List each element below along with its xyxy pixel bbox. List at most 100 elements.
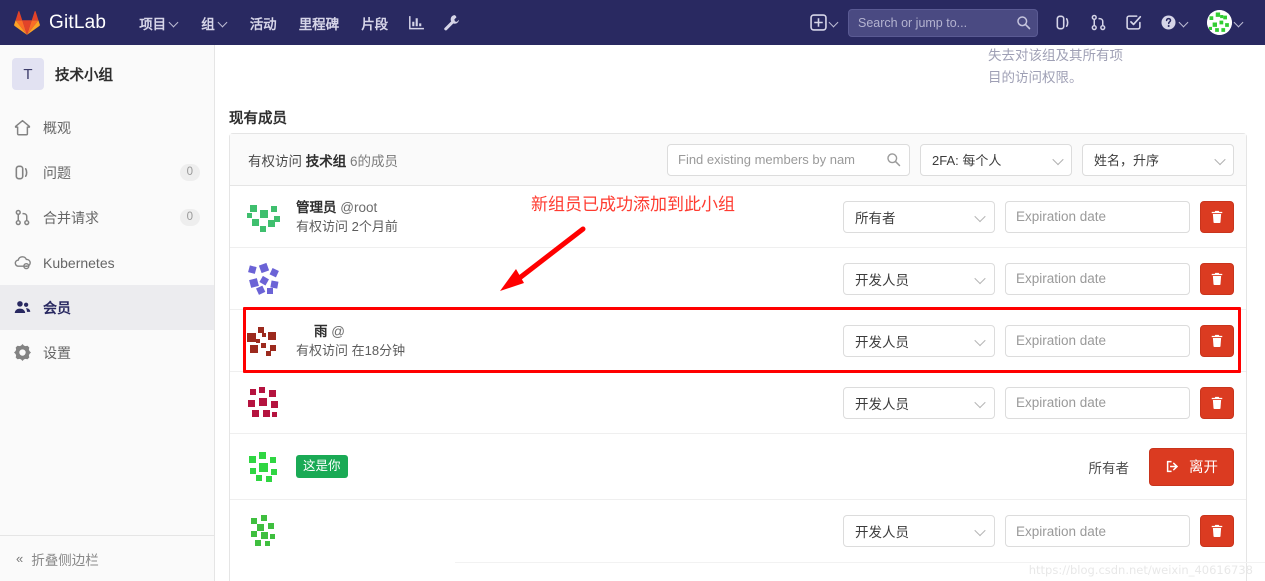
nav-link-milestones[interactable]: 里程碑 [288, 7, 351, 39]
help-icon [1161, 15, 1176, 30]
member-controls: 开发人员 [843, 324, 1234, 357]
nav-link-analytics[interactable] [399, 8, 434, 37]
members-count-prefix: 有权访问 [248, 153, 302, 169]
sidebar-item-kubernetes[interactable]: Kubernetes [0, 240, 214, 285]
find-members-input[interactable] [667, 143, 910, 176]
role-dropdown[interactable]: 开发人员 [843, 515, 995, 547]
remove-member-button[interactable] [1200, 262, 1234, 295]
merge-requests-button[interactable] [1081, 8, 1116, 37]
nav-link-activity[interactable]: 活动 [239, 7, 288, 39]
leave-group-button[interactable]: 离开 [1149, 447, 1234, 486]
nav-link-projects[interactable]: 项目 [128, 7, 190, 39]
gitlab-brand[interactable]: GitLab [14, 10, 106, 36]
role-dropdown[interactable]: 开发人员 [843, 262, 995, 295]
remove-member-button[interactable] [1200, 386, 1234, 419]
identicon-avatar [244, 196, 284, 237]
remove-member-button[interactable] [1200, 200, 1234, 233]
invite-help-line-1: 失去对该组及其所有项 [988, 48, 1123, 63]
trash-icon [1211, 396, 1223, 409]
new-item-button[interactable] [801, 8, 848, 37]
group-name: 技术小组 [55, 67, 113, 84]
role-value: 开发人员 [855, 334, 909, 350]
chevron-down-icon [974, 272, 986, 284]
issues-icon [1056, 15, 1069, 30]
member-controls: 开发人员 [843, 386, 1234, 419]
chevron-down-icon [219, 18, 228, 27]
avatar [1207, 10, 1232, 35]
members-count-text: 有权访问 技术组 6的成员 [248, 150, 398, 170]
remove-member-button[interactable] [1200, 324, 1234, 357]
sidebar-item-members[interactable]: 会员 [0, 285, 214, 330]
group-header[interactable]: T 技术小组 [0, 45, 214, 103]
members-list: 管理员 @root 有权访问 2个月前 所有者 Expiration date … [230, 186, 1246, 562]
nav-link-groups[interactable]: 组 [190, 7, 239, 39]
sidebar-item-settings-label: 设置 [43, 344, 71, 361]
sidebar-item-settings[interactable]: 设置 [0, 330, 214, 375]
role-dropdown[interactable]: 开发人员 [843, 386, 995, 419]
trash-icon [1211, 334, 1223, 347]
remove-member-button[interactable] [1200, 515, 1234, 547]
identicon-avatar [244, 320, 284, 361]
expiration-date-input[interactable] [1005, 386, 1190, 419]
role-value: 开发人员 [855, 396, 909, 412]
sidebar-item-issues-badge: 0 [179, 164, 200, 181]
global-search[interactable] [848, 8, 1038, 37]
avatar [244, 320, 284, 361]
expiration-date-input[interactable] [1005, 515, 1190, 547]
role-dropdown[interactable]: 所有者 [843, 200, 995, 233]
leave-group-label: 离开 [1189, 460, 1218, 476]
role-value: 开发人员 [855, 272, 909, 288]
member-name: 管理员 [296, 199, 337, 215]
members-count-number: 6 [350, 153, 358, 169]
home-icon [14, 119, 31, 136]
table-row: 开发人员 [230, 500, 1246, 562]
search-input[interactable] [848, 8, 1038, 37]
trash-icon [1211, 524, 1223, 538]
identicon-avatar [244, 382, 284, 423]
identicon-avatar [244, 446, 284, 487]
sidebar-item-merge-requests[interactable]: 合并请求 0 [0, 195, 214, 240]
sort-dropdown[interactable]: 姓名，升序 [1082, 143, 1234, 176]
nav-link-snippets[interactable]: 片段 [350, 7, 399, 39]
table-row: 开发人员 [230, 248, 1246, 310]
sidebar-item-kubernetes-label: Kubernetes [43, 254, 115, 271]
expiration-date-input[interactable] [1005, 324, 1190, 357]
gitlab-logo-icon [14, 10, 40, 35]
nav-link-snippets-label: 片段 [361, 16, 389, 32]
left-sidebar: T 技术小组 概观 问题 0 合并请求 0 Kubernetes 会员 设置 «… [0, 45, 215, 581]
filter-2fa-dropdown[interactable]: 2FA: 每个人 [920, 143, 1072, 176]
expiration-date-input[interactable] [1005, 262, 1190, 295]
avatar [244, 446, 284, 487]
chevron-down-icon [974, 210, 986, 222]
sidebar-item-overview[interactable]: 概观 [0, 105, 214, 150]
trash-icon [1211, 272, 1223, 285]
identicon-avatar [1207, 10, 1232, 35]
members-panel-header: 有权访问 技术组 6的成员 2FA: 每个人 [230, 134, 1246, 186]
invite-help-line-2: 目的访问权限。 [988, 70, 1083, 85]
gitlab-members-page: GitLab 项目 组 活动 里程碑 片段 Search or jump to.… [0, 0, 1265, 581]
top-navbar: GitLab 项目 组 活动 里程碑 片段 [0, 0, 1265, 45]
expiration-date-input[interactable] [1005, 200, 1190, 233]
collapse-sidebar-button[interactable]: « 折叠侧边栏 [0, 535, 214, 581]
help-button[interactable] [1151, 8, 1198, 37]
sort-value: 姓名，升序 [1094, 153, 1160, 168]
sidebar-nav-list: 概观 问题 0 合并请求 0 Kubernetes 会员 设置 [0, 103, 214, 375]
user-menu-button[interactable] [1198, 4, 1253, 41]
watermark-text: https://blog.csdn.net/weixin_40616738 [1028, 563, 1253, 577]
brand-text: GitLab [49, 11, 107, 33]
find-members-field[interactable] [667, 143, 910, 176]
nav-link-projects-label: 项目 [139, 16, 167, 32]
role-dropdown[interactable]: 开发人员 [843, 324, 995, 357]
collapse-sidebar-label: 折叠侧边栏 [31, 552, 99, 568]
table-row: 开发人员 [230, 372, 1246, 434]
sidebar-item-issues[interactable]: 问题 0 [0, 150, 214, 195]
table-row: 这是你 所有者 离开 [230, 434, 1246, 500]
chevron-down-icon [170, 18, 179, 27]
role-value: 开发人员 [855, 525, 909, 540]
chevron-down-icon [1214, 153, 1226, 165]
nav-link-groups-label: 组 [201, 16, 215, 32]
issues-button[interactable] [1046, 8, 1081, 37]
nav-link-admin[interactable] [434, 8, 469, 37]
member-info: 雨 @ 有权访问 在18分钟 [296, 322, 843, 360]
todos-button[interactable] [1116, 8, 1151, 37]
